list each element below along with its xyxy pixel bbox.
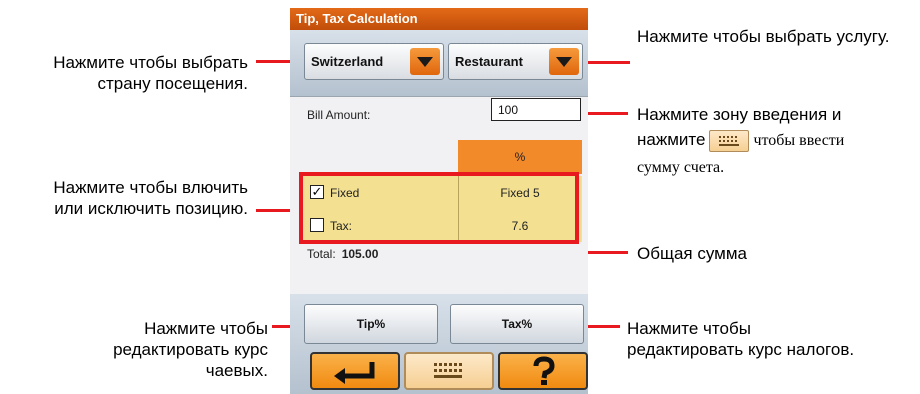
selector-row: Switzerland Restaurant <box>290 30 588 96</box>
callout-toggle: Нажмите чтобы влючить или исключить пози… <box>53 178 248 218</box>
service-select[interactable]: Restaurant <box>448 43 583 80</box>
percent-column-header: % <box>458 140 582 174</box>
bill-amount-label: Bill Amount: <box>307 108 371 122</box>
tax-percent-button[interactable]: Tax% <box>450 304 584 344</box>
callout-line-service <box>584 61 630 64</box>
keyboard-icon <box>434 363 462 378</box>
help-button[interactable] <box>498 352 588 390</box>
chevron-down-icon[interactable] <box>410 48 440 75</box>
callout-country: Нажмите чтобы выбрать страну посещения. <box>53 53 248 93</box>
keyboard-button[interactable] <box>404 352 494 390</box>
keyboard-icon <box>709 129 750 152</box>
callout-bill-4: сумму счета. <box>637 159 725 176</box>
callout-bill-3-text: чтобы ввести <box>753 132 845 149</box>
callout-bill-2: нажмите чтобы ввести <box>637 129 920 152</box>
callout-total: Общая сумма <box>637 244 747 263</box>
chevron-down-icon[interactable] <box>549 48 579 75</box>
app-title: Tip, Tax Calculation <box>296 11 418 26</box>
bill-amount-input[interactable]: 100 <box>491 98 581 121</box>
callout-line-tax <box>584 325 620 328</box>
tip-percent-button[interactable]: Tip% <box>304 304 438 344</box>
callout-bill-2-text: нажмите <box>637 130 706 149</box>
help-question-icon <box>533 356 555 385</box>
callout-tax: Нажмите чтобы редактировать курс налогов… <box>627 319 855 359</box>
device-screen: Tip, Tax Calculation Switzerland Restaur… <box>290 8 588 394</box>
callout-tip: Нажмите чтобы редактировать курс чаевых. <box>113 319 268 380</box>
country-value: Switzerland <box>311 54 384 69</box>
total-label: Total: <box>307 247 336 261</box>
highlight-frame <box>299 172 579 244</box>
divider <box>290 96 588 97</box>
callout-service: Нажмите чтобы выбрать услугу. <box>637 27 890 46</box>
callout-line-bill <box>586 112 628 115</box>
bottom-toolbar: Tip% Tax% <box>290 294 588 394</box>
return-arrow-icon <box>334 362 375 384</box>
service-value: Restaurant <box>455 54 523 69</box>
back-button[interactable] <box>310 352 400 390</box>
total-value: 105.00 <box>341 247 379 261</box>
country-select[interactable]: Switzerland <box>304 43 444 80</box>
callout-bill-1: Нажмите зону введения и <box>637 105 842 124</box>
title-bar: Tip, Tax Calculation <box>290 8 588 30</box>
total-line: Total: 105.00 <box>307 247 378 261</box>
percent-header-label: % <box>514 150 526 164</box>
